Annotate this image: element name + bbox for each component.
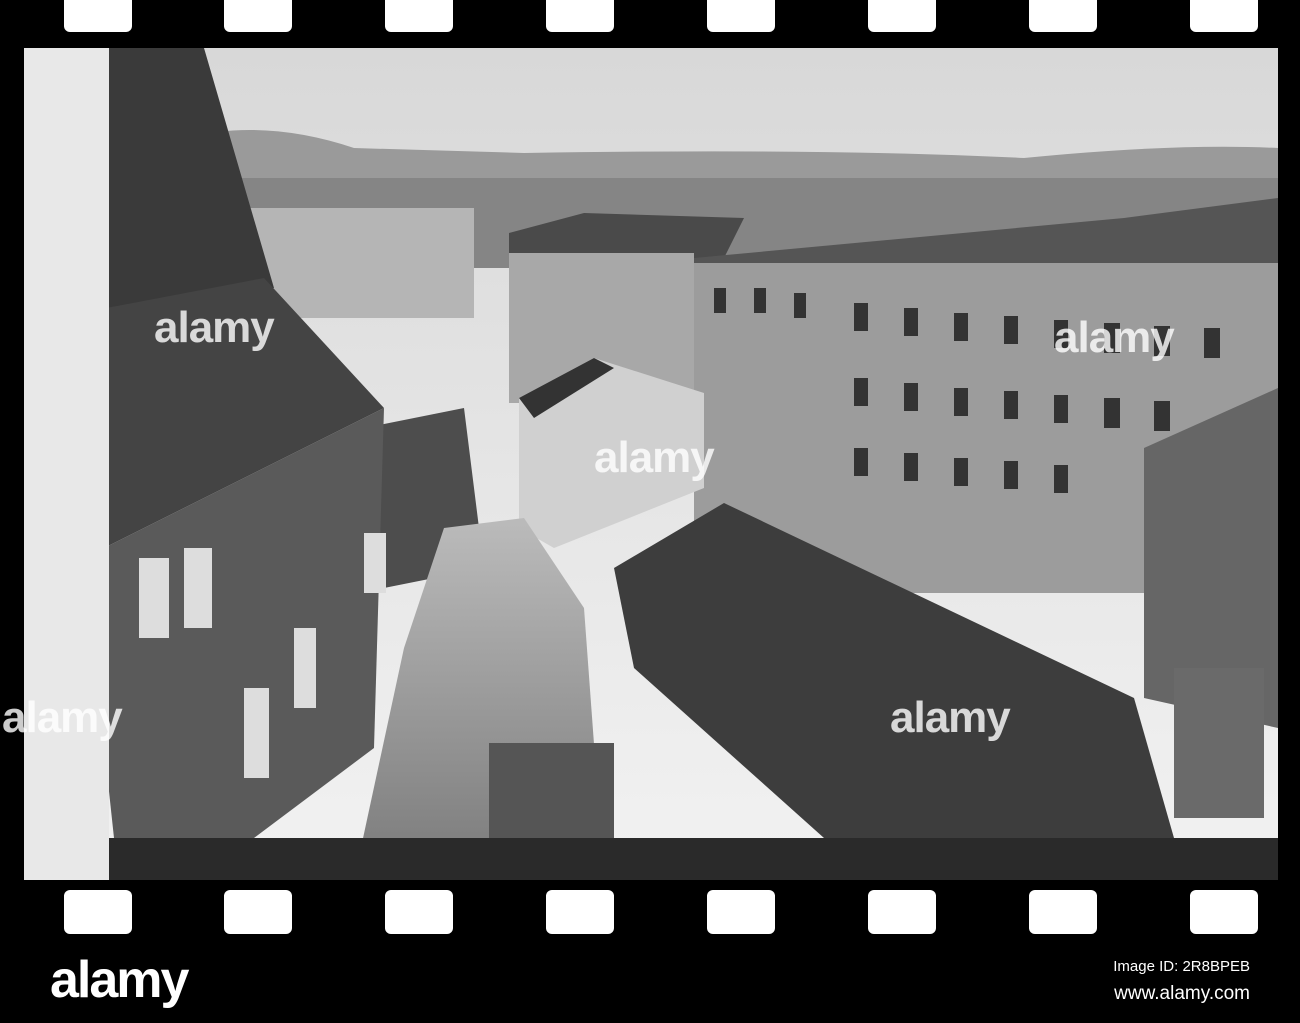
watermark: alamy — [1054, 313, 1175, 362]
sprocket-hole — [224, 0, 292, 32]
chimney — [1174, 668, 1264, 818]
sprocket-hole — [1029, 0, 1097, 32]
sprocket-hole — [546, 0, 614, 32]
watermark: alamy — [2, 693, 123, 742]
sprocket-hole — [868, 890, 936, 934]
sprocket-hole — [64, 890, 132, 934]
sprocket-hole — [1190, 890, 1258, 934]
image-id: Image ID: 2R8BPEB — [1113, 958, 1250, 975]
sprocket-hole — [385, 0, 453, 32]
sprocket-hole — [64, 0, 132, 32]
chimney — [489, 743, 614, 848]
sprocket-hole — [1029, 890, 1097, 934]
sprocket-hole — [546, 890, 614, 934]
sprocket-hole — [868, 0, 936, 32]
alamy-logo: alamy — [50, 951, 189, 1009]
sprocket-hole — [707, 890, 775, 934]
photograph: alamy alamy alamy alamy alamy — [2, 48, 1278, 880]
sprocket-hole — [224, 890, 292, 934]
watermark: alamy — [154, 303, 275, 352]
window-frame — [24, 48, 109, 880]
foreground-ledge — [109, 838, 1278, 880]
sprocket-hole — [1190, 0, 1258, 32]
watermark: alamy — [594, 433, 715, 482]
sprocket-hole — [707, 0, 775, 32]
site-url: www.alamy.com — [1114, 983, 1250, 1004]
sprocket-hole — [385, 890, 453, 934]
watermark: alamy — [890, 693, 1011, 742]
